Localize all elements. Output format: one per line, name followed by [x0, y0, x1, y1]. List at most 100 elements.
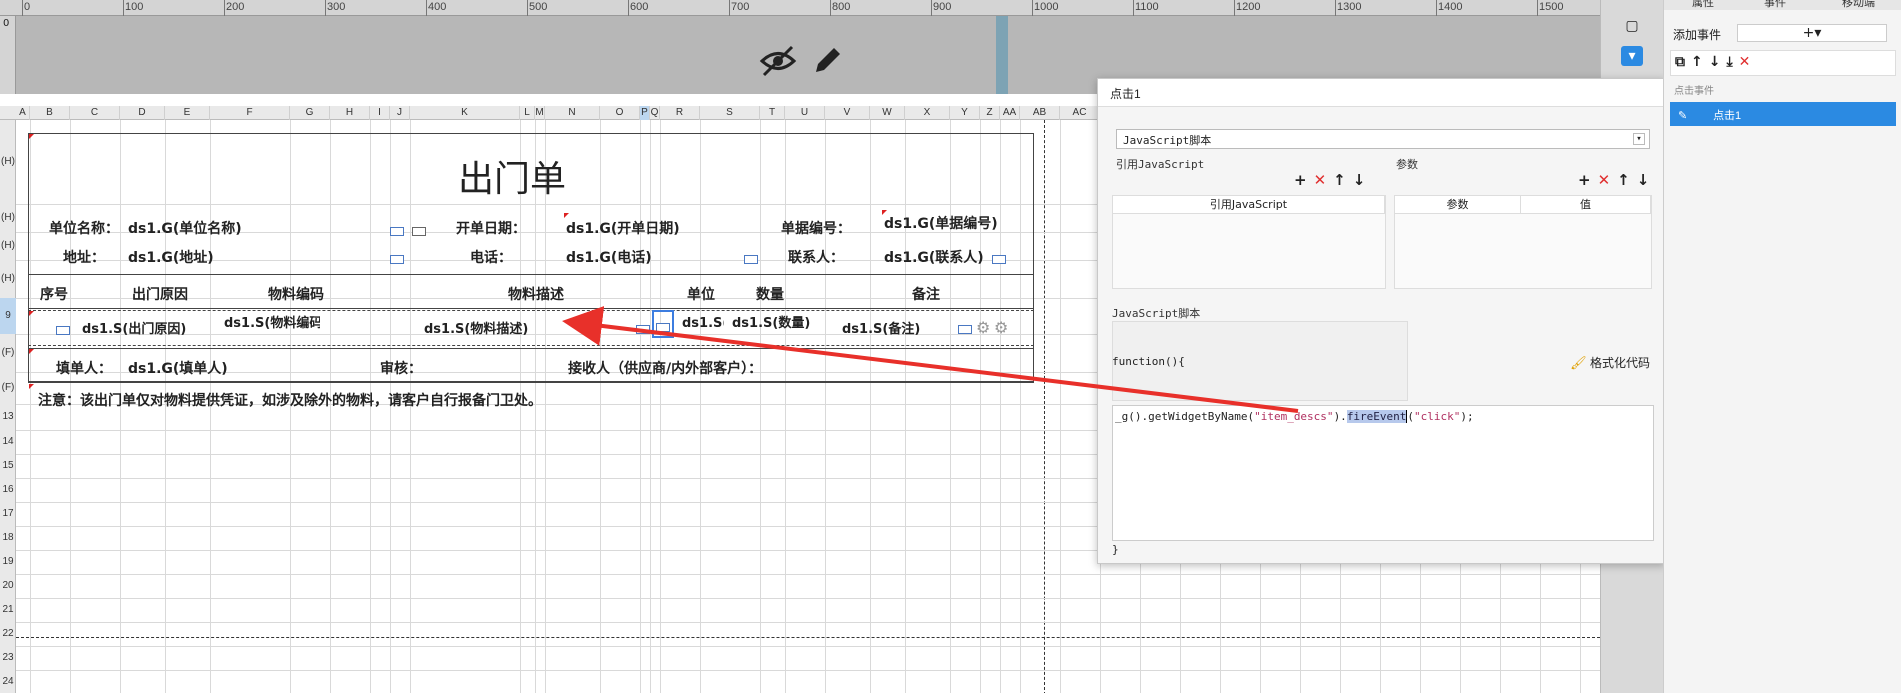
- add-icon[interactable]: +: [1578, 171, 1598, 189]
- copy-icon[interactable]: ⧉: [1675, 54, 1691, 70]
- widget-dropdown-icon[interactable]: ▾: [1621, 46, 1643, 66]
- row-header[interactable]: 18: [0, 526, 16, 550]
- frame-icon[interactable]: ▢: [1621, 16, 1643, 36]
- hide-eye-icon[interactable]: [758, 44, 798, 78]
- report-title[interactable]: 出门单: [458, 150, 566, 202]
- contact-value[interactable]: ds1.G(联系人): [884, 247, 984, 267]
- data-remark[interactable]: ds1.S(备注): [842, 318, 920, 337]
- table-header-cell[interactable]: 物料描述: [436, 284, 636, 304]
- row-header[interactable]: 16: [0, 478, 16, 502]
- add-event-button[interactable]: +▾: [1737, 24, 1887, 42]
- phone-label[interactable]: 电话：: [446, 247, 536, 267]
- row-header[interactable]: (F): [0, 334, 16, 372]
- row-header[interactable]: 24: [0, 670, 16, 693]
- table-header-cell[interactable]: 备注: [836, 284, 1016, 304]
- widget-marker: [992, 255, 1006, 264]
- function-open-line: function(){: [1112, 355, 1185, 368]
- code-highlight: fireEvent: [1346, 410, 1407, 423]
- arrow-down-icon[interactable]: ↓: [1637, 171, 1657, 189]
- tab-properties[interactable]: 属性: [1692, 0, 1714, 10]
- row-header[interactable]: 21: [0, 598, 16, 622]
- data-unit[interactable]: ds1.S(单位): [682, 312, 724, 331]
- add-icon[interactable]: +: [1294, 171, 1314, 189]
- row-header[interactable]: (H): [0, 120, 16, 204]
- add-event-label: 添加事件: [1673, 28, 1722, 42]
- filler-value[interactable]: ds1.G(填单人): [128, 358, 228, 378]
- delete-icon[interactable]: ✕: [1739, 54, 1757, 70]
- arrow-down-icon[interactable]: ↓: [1709, 54, 1727, 70]
- row-header[interactable]: (H): [0, 204, 16, 232]
- row-header[interactable]: 13: [0, 404, 16, 430]
- row-header[interactable]: 15: [0, 454, 16, 478]
- arrow-down-icon[interactable]: ↓: [1353, 171, 1373, 189]
- note-text[interactable]: 注意：该出门单仅对物料提供凭证，如涉及除外的物料，请客户自行报备门卫处。: [38, 390, 542, 410]
- row-header-bar: (H) (H) (H) (H) 9 (F) (F) 13 14 15 16 17 18 19 20 21 22 2…: [0, 120, 16, 693]
- data-desc[interactable]: ds1.S(物料描述): [424, 318, 528, 337]
- ref-js-table[interactable]: 引用JavaScript: [1112, 195, 1386, 289]
- open-date-label[interactable]: 开单日期：: [446, 218, 536, 238]
- ruler-tick: [1133, 0, 1134, 16]
- row-header[interactable]: 23: [0, 646, 16, 670]
- ruler-label: 500: [529, 1, 548, 13]
- value-col-header: 值: [1521, 196, 1651, 214]
- ruler-label: 400: [428, 1, 447, 13]
- address-label[interactable]: 地址：: [36, 247, 132, 267]
- delete-icon[interactable]: ✕: [1314, 171, 1334, 189]
- arrow-up-icon[interactable]: ↑: [1691, 54, 1709, 70]
- event-editor-dialog[interactable]: 点击1 JavaScript脚本 ▾ 引用JavaScript 参数 +✕↑↓ …: [1097, 78, 1665, 564]
- format-code-button[interactable]: 🖌 格式化代码: [1570, 354, 1650, 371]
- delete-icon[interactable]: ✕: [1598, 171, 1618, 189]
- ruler-label: 0: [24, 1, 31, 13]
- row-header[interactable]: 14: [0, 430, 16, 454]
- code-string: "click": [1414, 410, 1461, 423]
- edit-pencil-icon[interactable]: [808, 44, 848, 78]
- unit-name-label[interactable]: 单位名称：: [36, 218, 132, 238]
- report-template[interactable]: 出门单 单位名称： ds1.G(单位名称) 开单日期： ds1.G(开单日期) …: [16, 94, 1066, 454]
- table-header-cell[interactable]: 数量: [730, 284, 810, 304]
- table-header-cell[interactable]: 出门原因: [100, 284, 220, 304]
- script-type-select[interactable]: JavaScript脚本 ▾: [1116, 129, 1650, 149]
- address-value[interactable]: ds1.G(地址): [128, 247, 214, 267]
- unit-name-value[interactable]: ds1.G(单位名称): [128, 218, 242, 238]
- audit-label[interactable]: 审核：: [356, 358, 446, 378]
- ruler-tick: [1537, 0, 1538, 16]
- arrow-up-icon[interactable]: ↑: [1617, 171, 1637, 189]
- receiver-label[interactable]: 接收人（供应商/内外部客户）：: [568, 358, 762, 378]
- data-qty[interactable]: ds1.S(数量): [732, 312, 810, 331]
- script-type-value: JavaScript脚本: [1123, 134, 1212, 147]
- table-header-cell[interactable]: 序号: [34, 284, 74, 304]
- horizontal-ruler: 0 100 200 300 400 500 600 700 800 900 1000 1100 1200…: [0, 0, 1600, 16]
- row-header[interactable]: 17: [0, 502, 16, 526]
- event-item[interactable]: ✎ 点击1: [1670, 102, 1896, 126]
- chevron-down-icon[interactable]: ▾: [1633, 133, 1645, 145]
- open-date-value[interactable]: ds1.G(开单日期): [566, 218, 680, 238]
- table-header-cell[interactable]: 单位: [676, 284, 726, 304]
- row-header[interactable]: (H): [0, 232, 16, 260]
- data-code[interactable]: ds1.S(物料编码): [224, 312, 320, 331]
- tab-mobile[interactable]: 移动端: [1842, 0, 1875, 10]
- table-header-cell[interactable]: 物料编码: [236, 284, 356, 304]
- row-header[interactable]: 22: [0, 622, 16, 646]
- params-table[interactable]: 参数 值: [1394, 195, 1652, 289]
- contact-label[interactable]: 联系人：: [766, 247, 866, 267]
- phone-value[interactable]: ds1.G(电话): [566, 247, 652, 267]
- grid-line: [16, 598, 1600, 599]
- bill-no-value[interactable]: ds1.G(单据编号): [884, 213, 1008, 233]
- filler-label[interactable]: 填单人：: [36, 358, 132, 378]
- script-editor[interactable]: _g().getWidgetByName("item_descs").fireE…: [1112, 405, 1654, 541]
- row-header[interactable]: (H): [0, 260, 16, 298]
- move-bottom-icon[interactable]: ⤓: [1726, 54, 1738, 70]
- ruler-label: 200: [226, 1, 245, 13]
- data-reason[interactable]: ds1.S(出门原因): [82, 318, 186, 337]
- ruler-label: 1300: [1337, 1, 1362, 13]
- row-header[interactable]: (F): [0, 372, 16, 404]
- bill-no-label[interactable]: 单据编号：: [766, 218, 866, 238]
- tab-events[interactable]: 事件: [1764, 0, 1786, 10]
- params-toolbar: +✕↑↓: [1578, 171, 1656, 189]
- column-header[interactable]: AC: [1060, 106, 1100, 120]
- arrow-up-icon[interactable]: ↑: [1333, 171, 1353, 189]
- row-header[interactable]: 19: [0, 550, 16, 574]
- row-header[interactable]: 20: [0, 574, 16, 598]
- page-boundary-handle[interactable]: [996, 16, 1008, 94]
- row-header[interactable]: 9: [0, 298, 16, 334]
